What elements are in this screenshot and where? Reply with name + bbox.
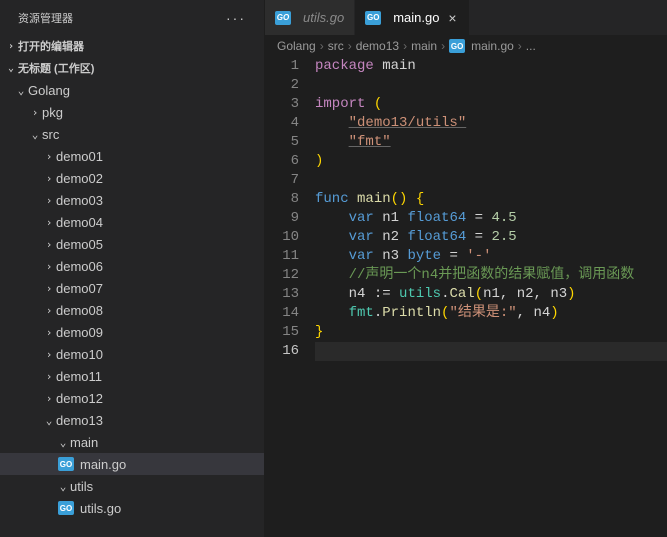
folder-demo12[interactable]: ›demo12: [0, 387, 264, 409]
folder-demo02[interactable]: ›demo02: [0, 167, 264, 189]
file-main-go[interactable]: GO main.go: [0, 453, 264, 475]
chevron-right-icon: ›: [42, 238, 56, 251]
chevron-right-icon: ›: [42, 370, 56, 383]
breadcrumb-item[interactable]: demo13: [356, 39, 399, 53]
folder-demo09[interactable]: ›demo09: [0, 321, 264, 343]
folder-demo10[interactable]: ›demo10: [0, 343, 264, 365]
chevron-right-icon: ›: [42, 304, 56, 317]
workspace-section[interactable]: ⌄ 无标题 (工作区): [0, 57, 264, 79]
folder-demo07[interactable]: ›demo07: [0, 277, 264, 299]
folder-label: pkg: [42, 105, 63, 120]
explorer-header: 资源管理器 ···: [0, 0, 264, 35]
folder-pkg[interactable]: › pkg: [0, 101, 264, 123]
explorer-title: 资源管理器: [18, 10, 73, 26]
folder-label: demo12: [56, 391, 103, 406]
explorer-sidebar: 资源管理器 ··· › 打开的编辑器 ⌄ 无标题 (工作区) ⌄ Golang …: [0, 0, 265, 537]
code-editor[interactable]: 12345678910111213141516 package mainimpo…: [265, 57, 667, 537]
file-label: main.go: [80, 457, 126, 472]
chevron-down-icon: ⌄: [28, 128, 42, 141]
close-icon[interactable]: ×: [445, 10, 459, 26]
folder-label: demo10: [56, 347, 103, 362]
folder-label: demo11: [56, 369, 102, 384]
breadcrumb[interactable]: Golang › src › demo13 › main › GO main.go › .…: [265, 35, 667, 57]
folder-label: demo08: [56, 303, 103, 318]
folder-utils[interactable]: ⌄ utils: [0, 475, 264, 497]
chevron-right-icon: ›: [42, 326, 56, 339]
chevron-right-icon: ›: [42, 194, 56, 207]
go-file-icon: GO: [365, 11, 381, 25]
tab-bar: GO utils.go GO main.go ×: [265, 0, 667, 35]
folder-label: demo03: [56, 193, 103, 208]
chevron-right-icon: ›: [4, 41, 18, 52]
line-gutter: 12345678910111213141516: [265, 57, 315, 537]
more-actions-icon[interactable]: ···: [226, 10, 246, 26]
folder-demo08[interactable]: ›demo08: [0, 299, 264, 321]
breadcrumb-item[interactable]: main: [411, 39, 437, 53]
folder-demo03[interactable]: ›demo03: [0, 189, 264, 211]
folder-label: utils: [70, 479, 93, 494]
editor-pane: GO utils.go GO main.go × Golang › src › de…: [265, 0, 667, 537]
chevron-down-icon: ⌄: [14, 84, 28, 97]
workspace-label: 无标题 (工作区): [18, 60, 94, 76]
folder-label: demo02: [56, 171, 103, 186]
folder-src[interactable]: ⌄ src: [0, 123, 264, 145]
file-utils-go[interactable]: GO utils.go: [0, 497, 264, 519]
chevron-right-icon: ›: [518, 39, 522, 53]
folder-label: demo06: [56, 259, 103, 274]
folder-label: demo09: [56, 325, 103, 340]
tab-main-go[interactable]: GO main.go ×: [355, 0, 470, 35]
breadcrumb-item[interactable]: main.go: [471, 39, 514, 53]
folder-golang[interactable]: ⌄ Golang: [0, 79, 264, 101]
file-label: utils.go: [80, 501, 121, 516]
chevron-right-icon: ›: [42, 282, 56, 295]
breadcrumb-item[interactable]: Golang: [277, 39, 316, 53]
folder-demo05[interactable]: ›demo05: [0, 233, 264, 255]
folder-label: demo04: [56, 215, 103, 230]
chevron-right-icon: ›: [42, 392, 56, 405]
chevron-right-icon: ›: [441, 39, 445, 53]
chevron-down-icon: ⌄: [4, 63, 18, 74]
folder-label: demo05: [56, 237, 103, 252]
go-file-icon: GO: [449, 39, 465, 53]
chevron-right-icon: ›: [403, 39, 407, 53]
open-editors-label: 打开的编辑器: [18, 38, 84, 54]
tab-label: utils.go: [303, 10, 344, 25]
tab-label: main.go: [393, 10, 439, 25]
file-tree: ⌄ Golang › pkg ⌄ src ›demo01›demo02›demo…: [0, 79, 264, 537]
go-file-icon: GO: [275, 11, 291, 25]
chevron-down-icon: ⌄: [42, 414, 56, 427]
chevron-right-icon: ›: [42, 348, 56, 361]
folder-label: demo01: [56, 149, 103, 164]
chevron-down-icon: ⌄: [56, 436, 70, 449]
open-editors-section[interactable]: › 打开的编辑器: [0, 35, 264, 57]
folder-demo04[interactable]: ›demo04: [0, 211, 264, 233]
chevron-right-icon: ›: [42, 172, 56, 185]
folder-main[interactable]: ⌄ main: [0, 431, 264, 453]
folder-label: main: [70, 435, 98, 450]
chevron-right-icon: ›: [42, 260, 56, 273]
chevron-right-icon: ›: [320, 39, 324, 53]
folder-label: demo13: [56, 413, 103, 428]
chevron-right-icon: ›: [28, 106, 42, 119]
folder-demo01[interactable]: ›demo01: [0, 145, 264, 167]
folder-label: demo07: [56, 281, 103, 296]
folder-demo11[interactable]: ›demo11: [0, 365, 264, 387]
folder-demo06[interactable]: ›demo06: [0, 255, 264, 277]
chevron-down-icon: ⌄: [56, 480, 70, 493]
folder-label: src: [42, 127, 59, 142]
folder-label: Golang: [28, 83, 70, 98]
go-file-icon: GO: [58, 501, 74, 515]
tab-utils-go[interactable]: GO utils.go: [265, 0, 355, 35]
breadcrumb-item[interactable]: src: [328, 39, 344, 53]
breadcrumb-item[interactable]: ...: [526, 39, 536, 53]
folder-demo13[interactable]: ⌄demo13: [0, 409, 264, 431]
go-file-icon: GO: [58, 457, 74, 471]
code-lines[interactable]: package mainimport ( "demo13/utils" "fmt…: [315, 57, 667, 537]
chevron-right-icon: ›: [348, 39, 352, 53]
chevron-right-icon: ›: [42, 216, 56, 229]
chevron-right-icon: ›: [42, 150, 56, 163]
